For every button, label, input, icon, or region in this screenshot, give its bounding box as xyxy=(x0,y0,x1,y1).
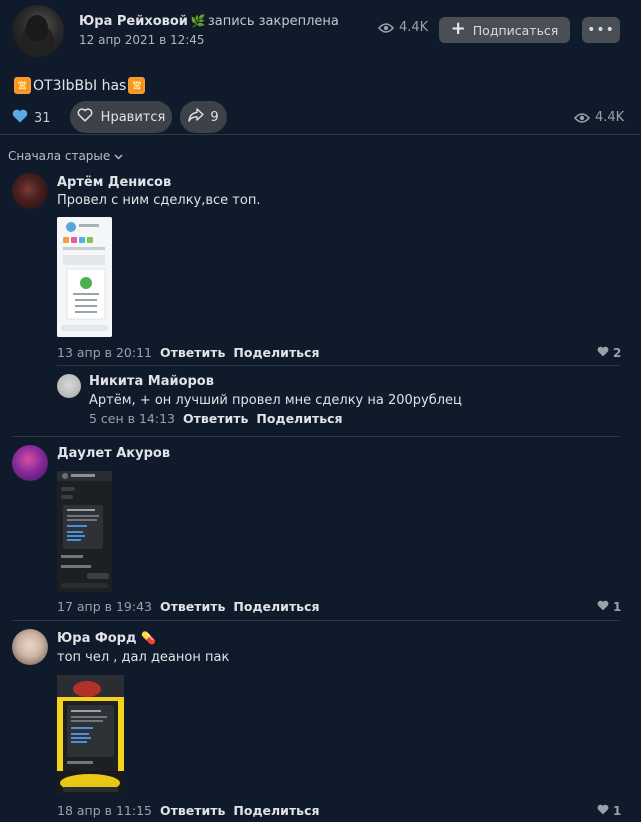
plus-icon: + xyxy=(450,18,466,39)
reply-button[interactable]: Ответить xyxy=(160,599,225,614)
share-comment-button[interactable]: Поделиться xyxy=(256,411,342,426)
commenter-name[interactable]: Никита Майоров xyxy=(89,374,214,389)
commenter-avatar[interactable] xyxy=(12,173,48,209)
comment-like-button[interactable]: 1 xyxy=(597,600,621,614)
comment-photo[interactable] xyxy=(57,675,124,795)
chevron-down-icon xyxy=(114,149,123,163)
divider xyxy=(12,620,620,621)
heart-icon xyxy=(597,600,609,614)
comment-like-button[interactable]: 2 xyxy=(597,346,621,360)
comment-date[interactable]: 5 сен в 14:13 xyxy=(89,411,175,426)
leaf-icon: 🌿 xyxy=(190,14,206,28)
post-header-title: Юра Рейховой 🌿 запись закреплена xyxy=(79,14,339,29)
comment-meta: 18 апр в 11:15 Ответить Поделиться xyxy=(57,803,320,818)
heart-icon xyxy=(12,109,28,127)
comment-like-button[interactable]: 1 xyxy=(597,804,621,818)
author-avatar[interactable] xyxy=(12,5,64,57)
post-text-body: OT3IbBbI has xyxy=(33,77,127,94)
comment-date[interactable]: 18 апр в 11:15 xyxy=(57,803,152,818)
divider xyxy=(57,365,620,366)
commenter-avatar[interactable] xyxy=(12,629,48,665)
comment-photo[interactable] xyxy=(57,217,112,337)
views-count-bottom: 4.4K xyxy=(595,110,625,125)
commenter-name[interactable]: Даулет Акуров xyxy=(57,446,170,461)
comment-likes-count: 2 xyxy=(613,346,622,360)
hot-icon: 🈺 xyxy=(128,77,146,94)
hot-icon: 🈺 xyxy=(14,77,31,94)
share-button[interactable]: 9 xyxy=(180,101,227,133)
like-button[interactable]: Нравится xyxy=(70,101,172,133)
commenter-name[interactable]: Артём Денисов xyxy=(57,175,171,190)
pill-icon: 💊 xyxy=(141,631,156,645)
eye-icon xyxy=(574,112,590,124)
comment-likes-count: 1 xyxy=(613,600,622,614)
sort-label: Сначала старые xyxy=(8,149,111,163)
author-name[interactable]: Юра Рейховой xyxy=(79,14,188,29)
comment-meta: 17 апр в 19:43 Ответить Поделиться xyxy=(57,599,320,614)
more-icon: ••• xyxy=(587,22,615,38)
subscribe-label: Подписаться xyxy=(472,22,559,38)
pinned-label: запись закреплена xyxy=(207,14,339,29)
shares-count: 9 xyxy=(210,109,219,125)
reply-button[interactable]: Ответить xyxy=(160,345,225,360)
comment-text: Артём, + он лучший провел мне сделку на … xyxy=(89,393,462,408)
eye-icon xyxy=(378,22,394,34)
comment-date[interactable]: 17 апр в 19:43 xyxy=(57,599,152,614)
post-text: 🈺 OT3IbBbI has 🈺 xyxy=(14,77,146,94)
reply-button[interactable]: Ответить xyxy=(160,803,225,818)
heart-icon xyxy=(597,804,609,818)
subscribe-button[interactable]: + Подписаться xyxy=(439,17,570,43)
comment-meta: 13 апр в 20:11 Ответить Поделиться xyxy=(57,345,320,360)
views-counter-bottom: 4.4K xyxy=(574,110,624,125)
more-button[interactable]: ••• xyxy=(582,17,620,43)
share-comment-button[interactable]: Поделиться xyxy=(233,345,319,360)
reply-button[interactable]: Ответить xyxy=(183,411,248,426)
views-counter: 4.4K xyxy=(378,20,428,35)
share-comment-button[interactable]: Поделиться xyxy=(233,599,319,614)
post-date[interactable]: 12 апр 2021 в 12:45 xyxy=(79,33,205,47)
divider xyxy=(0,134,641,135)
comment-likes-count: 1 xyxy=(613,804,622,818)
views-count: 4.4K xyxy=(399,20,429,35)
heart-icon xyxy=(597,346,609,360)
sort-toggle[interactable]: Сначала старые xyxy=(8,149,123,163)
like-button-label: Нравится xyxy=(100,109,166,125)
share-icon xyxy=(188,108,205,126)
commenter-name-text: Юра Форд xyxy=(57,631,137,646)
commenter-name[interactable]: Юра Форд 💊 xyxy=(57,631,156,646)
comment-date[interactable]: 13 апр в 20:11 xyxy=(57,345,152,360)
comment-photo[interactable] xyxy=(57,471,112,592)
commenter-avatar[interactable] xyxy=(12,445,48,481)
share-comment-button[interactable]: Поделиться xyxy=(233,803,319,818)
commenter-avatar[interactable] xyxy=(57,374,81,398)
comment-meta: 5 сен в 14:13 Ответить Поделиться xyxy=(89,411,343,426)
likes-count: 31 xyxy=(34,110,51,126)
comment-text: Провел с ним сделку,все топ. xyxy=(57,193,261,208)
comment-text: топ чел , дал деанон пак xyxy=(57,650,230,665)
divider xyxy=(12,436,620,437)
likes-summary[interactable]: 31 xyxy=(12,109,51,127)
heart-outline-icon xyxy=(77,108,93,126)
